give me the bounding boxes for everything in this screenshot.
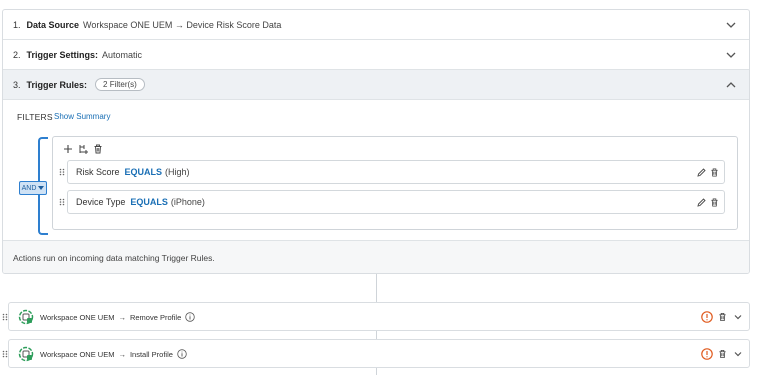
step-title: Trigger Settings:	[26, 49, 99, 60]
trash-icon[interactable]	[718, 312, 727, 322]
add-subgroup-icon[interactable]	[78, 144, 88, 154]
warning-icon[interactable]	[701, 348, 713, 360]
arrow: →	[118, 349, 126, 359]
action-name: Remove Profile	[129, 312, 182, 322]
workspace-one-uem-icon	[18, 309, 34, 325]
rule-value: (iPhone)	[170, 197, 205, 207]
pencil-icon[interactable]	[697, 198, 706, 207]
pencil-icon[interactable]	[697, 168, 706, 177]
workspace-one-uem-icon	[18, 346, 34, 362]
trash-icon[interactable]	[710, 198, 719, 207]
step-number: 1.	[13, 19, 21, 30]
trash-icon[interactable]	[710, 168, 719, 177]
connector-name: Workspace ONE UEM	[40, 349, 115, 359]
action-card-install-profile[interactable]: Workspace ONE UEM → Install Profile	[2, 339, 750, 368]
caret-down-icon	[38, 186, 45, 190]
filter-group-toolbar	[63, 144, 103, 154]
chevron-down-icon[interactable]	[725, 19, 737, 31]
drag-handle-icon[interactable]	[59, 168, 65, 176]
accordion-trigger-rules[interactable]: 3. Trigger Rules: 2 Filter(s)	[3, 70, 749, 100]
action-card-remove-profile[interactable]: Workspace ONE UEM → Remove Profile	[2, 302, 750, 331]
info-icon[interactable]	[177, 349, 187, 359]
rule-value: (High)	[165, 167, 190, 177]
actions-note-bar: Actions run on incoming data matching Tr…	[3, 240, 749, 273]
rule-field: Risk Score	[76, 167, 120, 177]
chevron-down-icon[interactable]	[733, 312, 743, 322]
arrow: →	[118, 312, 126, 322]
drag-handle-icon[interactable]	[59, 198, 65, 206]
step-value: Workspace ONE UEM → Device Risk Score Da…	[83, 19, 282, 30]
automation-editor-panel: 1. Data Source Workspace ONE UEM → Devic…	[2, 9, 750, 274]
step-title: Trigger Rules:	[26, 79, 88, 90]
chevron-up-icon[interactable]	[725, 79, 737, 91]
drag-handle-icon[interactable]	[2, 350, 8, 358]
action-name: Install Profile	[129, 349, 173, 359]
filter-count-badge: 2 Filter(s)	[95, 78, 145, 91]
filter-rule[interactable]: Device Type EQUALS (iPhone)	[67, 190, 725, 214]
filters-label: FILTERS	[17, 112, 53, 122]
rule-field: Device Type	[76, 197, 126, 207]
trash-icon[interactable]	[93, 144, 103, 154]
drag-handle-icon[interactable]	[2, 313, 8, 321]
warning-icon[interactable]	[701, 311, 713, 323]
step-number: 2.	[13, 49, 21, 60]
actions-note: Actions run on incoming data matching Tr…	[13, 253, 215, 263]
show-summary-link[interactable]: Show Summary	[54, 112, 110, 121]
and-operator-dropdown[interactable]: AND	[19, 181, 47, 195]
chevron-down-icon[interactable]	[725, 49, 737, 61]
connector-name: Workspace ONE UEM	[40, 312, 115, 322]
rule-operator: EQUALS	[124, 167, 163, 177]
accordion-trigger-settings[interactable]: 2. Trigger Settings: Automatic	[3, 40, 749, 70]
plus-icon[interactable]	[63, 144, 73, 154]
action-card-title: Workspace ONE UEM → Install Profile	[40, 349, 187, 359]
action-card-title: Workspace ONE UEM → Remove Profile	[40, 312, 195, 322]
rule-operator: EQUALS	[130, 197, 168, 207]
step-title: Data Source	[26, 19, 80, 30]
info-icon[interactable]	[185, 312, 195, 322]
operator-label: AND	[21, 184, 37, 192]
step-number: 3.	[13, 79, 21, 90]
accordion-data-source[interactable]: 1. Data Source Workspace ONE UEM → Devic…	[3, 10, 749, 40]
trash-icon[interactable]	[718, 349, 727, 359]
filter-rule[interactable]: Risk Score EQUALS (High)	[67, 160, 725, 184]
chevron-down-icon[interactable]	[733, 349, 743, 359]
step-value: Automatic	[102, 49, 143, 60]
